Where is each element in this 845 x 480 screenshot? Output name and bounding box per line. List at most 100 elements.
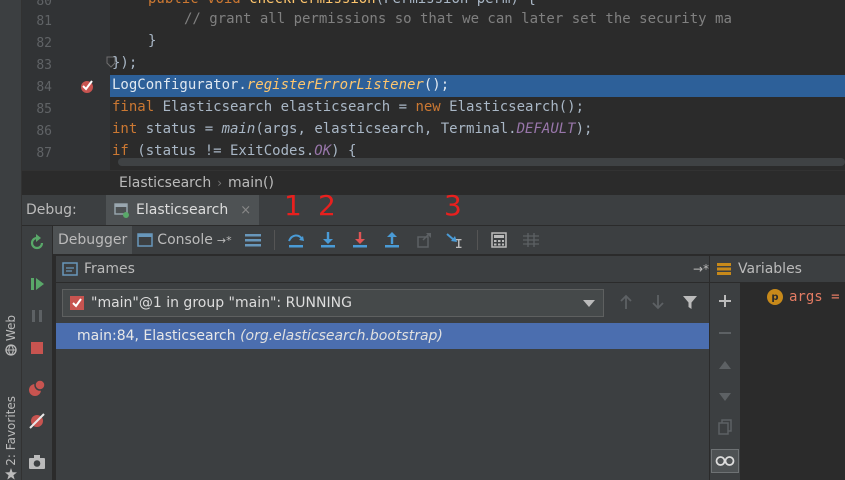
trace-button[interactable] [518, 228, 544, 252]
run-to-cursor-button[interactable] [443, 228, 469, 252]
line-number: 80 [36, 0, 52, 9]
move-watch-up-button[interactable] [716, 356, 734, 374]
debugger-tab-label: Debugger [58, 232, 128, 248]
frame-package: (org.elasticsearch.bootstrap) [240, 328, 443, 344]
show-watches-toggle[interactable] [711, 449, 739, 473]
step-out-icon [384, 232, 399, 248]
triangle-up-icon [719, 361, 731, 369]
resume-button[interactable] [28, 275, 46, 293]
console-pin-icon[interactable]: →* [217, 234, 232, 247]
frames-header: Frames →* [56, 256, 709, 283]
previous-frame-button[interactable] [617, 293, 635, 311]
arrow-up-icon [620, 294, 632, 309]
triangle-down-icon [719, 393, 731, 401]
glasses-icon [715, 456, 735, 466]
drop-frame-button[interactable] [411, 228, 437, 252]
step-over-button[interactable] [283, 228, 309, 252]
code-line: }); [112, 55, 138, 71]
tab-title: Elasticsearch [136, 202, 229, 218]
tab-debugger[interactable]: Debugger [53, 226, 133, 254]
minus-icon [719, 332, 731, 334]
tab-elasticsearch[interactable]: Elasticsearch × [106, 195, 260, 225]
parameter-icon: p [767, 289, 783, 305]
debug-toolbar: Debugger Console →* [53, 226, 845, 255]
chevron-down-icon [583, 300, 595, 307]
plus-icon [719, 295, 731, 307]
variables-toolbar [710, 283, 741, 480]
favorites-tool-tab[interactable]: 2: Favorites [1, 396, 20, 480]
console-icon [137, 233, 154, 247]
line-number: 85 [36, 102, 52, 117]
stack-frame-row[interactable]: main:84, Elasticsearch (org.elasticsearc… [56, 323, 709, 349]
frames-panel: "main"@1 in group "main": RUNNING main:8… [56, 283, 709, 480]
frames-title: Frames [84, 261, 135, 277]
close-icon[interactable]: × [240, 203, 251, 218]
new-watch-button[interactable] [716, 292, 734, 310]
frame-method: main:84, Elasticsearch [77, 328, 236, 344]
console-tab-label: Console [157, 232, 213, 248]
frames-icon [62, 262, 78, 276]
line-number: 87 [36, 146, 52, 161]
web-tool-tab[interactable]: Web [1, 315, 20, 356]
thread-status-icon [70, 296, 84, 310]
evaluate-expression-button[interactable] [486, 228, 512, 252]
left-tool-stripe: Web 2: Favorites [0, 0, 22, 480]
editor-gutter[interactable]: 80 81 82 83 84 85 86 87 [22, 0, 116, 170]
thread-selector[interactable]: "main"@1 in group "main": RUNNING [62, 289, 604, 317]
tab-console[interactable]: Console →* [132, 226, 236, 254]
copy-watch-button[interactable] [716, 418, 734, 436]
rerun-button[interactable] [28, 234, 46, 252]
toolbar-separator [476, 230, 478, 250]
horizontal-scrollbar[interactable] [118, 158, 845, 166]
mute-breakpoints-button[interactable] [28, 412, 46, 430]
force-step-into-icon [352, 232, 367, 248]
annotation-3: 3 [444, 189, 462, 222]
debug-tab-bar: Debug: Elasticsearch × [22, 195, 845, 226]
code-editor[interactable]: 80 81 82 83 84 85 86 87 public void chec… [22, 0, 845, 170]
layout-menu-button[interactable] [240, 228, 266, 252]
rerun-icon [30, 234, 44, 250]
toolbar-separator [273, 230, 275, 250]
code-line: } [148, 33, 157, 49]
annotation-1: 1 [284, 189, 302, 222]
stop-icon [31, 342, 43, 354]
breadcrumb-method[interactable]: main() [228, 175, 274, 191]
move-watch-down-button[interactable] [716, 388, 734, 406]
step-out-button[interactable] [379, 228, 405, 252]
variable-row[interactable]: p args = { [767, 289, 845, 305]
step-into-button[interactable] [315, 228, 341, 252]
code-line: int status = main(args, elasticsearch, T… [112, 121, 593, 137]
calculator-icon [490, 232, 507, 248]
variable-name: args = { [789, 289, 840, 305]
resume-icon [31, 278, 44, 290]
screenshot-button[interactable] [28, 453, 46, 471]
drop-frame-icon [416, 233, 431, 248]
thread-label: "main"@1 in group "main": RUNNING [91, 295, 352, 311]
line-number: 82 [36, 36, 52, 51]
copy-icon [718, 419, 732, 435]
debug-label: Debug: [26, 202, 77, 218]
step-into-icon [320, 232, 335, 248]
code-line: final Elasticsearch elasticsearch = new … [112, 99, 585, 115]
code-line: // grant all permissions so that we can … [184, 11, 732, 27]
remove-watch-button[interactable] [716, 324, 734, 342]
run-to-cursor-icon [445, 233, 462, 248]
filter-icon [683, 296, 697, 309]
frames-options-icon[interactable]: →* [693, 262, 709, 276]
filter-frames-button[interactable] [681, 293, 699, 311]
annotation-2: 2 [318, 189, 336, 222]
variables-title: Variables [738, 261, 802, 277]
hamburger-icon [244, 234, 261, 247]
variables-panel: p args = { [741, 283, 845, 480]
pause-button[interactable] [28, 307, 46, 325]
view-breakpoints-button[interactable] [28, 379, 46, 397]
next-frame-button[interactable] [649, 293, 667, 311]
stop-button[interactable] [28, 339, 46, 357]
breadcrumb-class[interactable]: Elasticsearch [119, 175, 211, 191]
variables-icon [717, 263, 731, 275]
breadcrumb-separator: › [217, 176, 223, 190]
breakpoint-icon[interactable] [79, 78, 95, 94]
line-number: 81 [36, 14, 52, 29]
line-number: 84 [36, 80, 52, 95]
force-step-into-button[interactable] [347, 228, 373, 252]
